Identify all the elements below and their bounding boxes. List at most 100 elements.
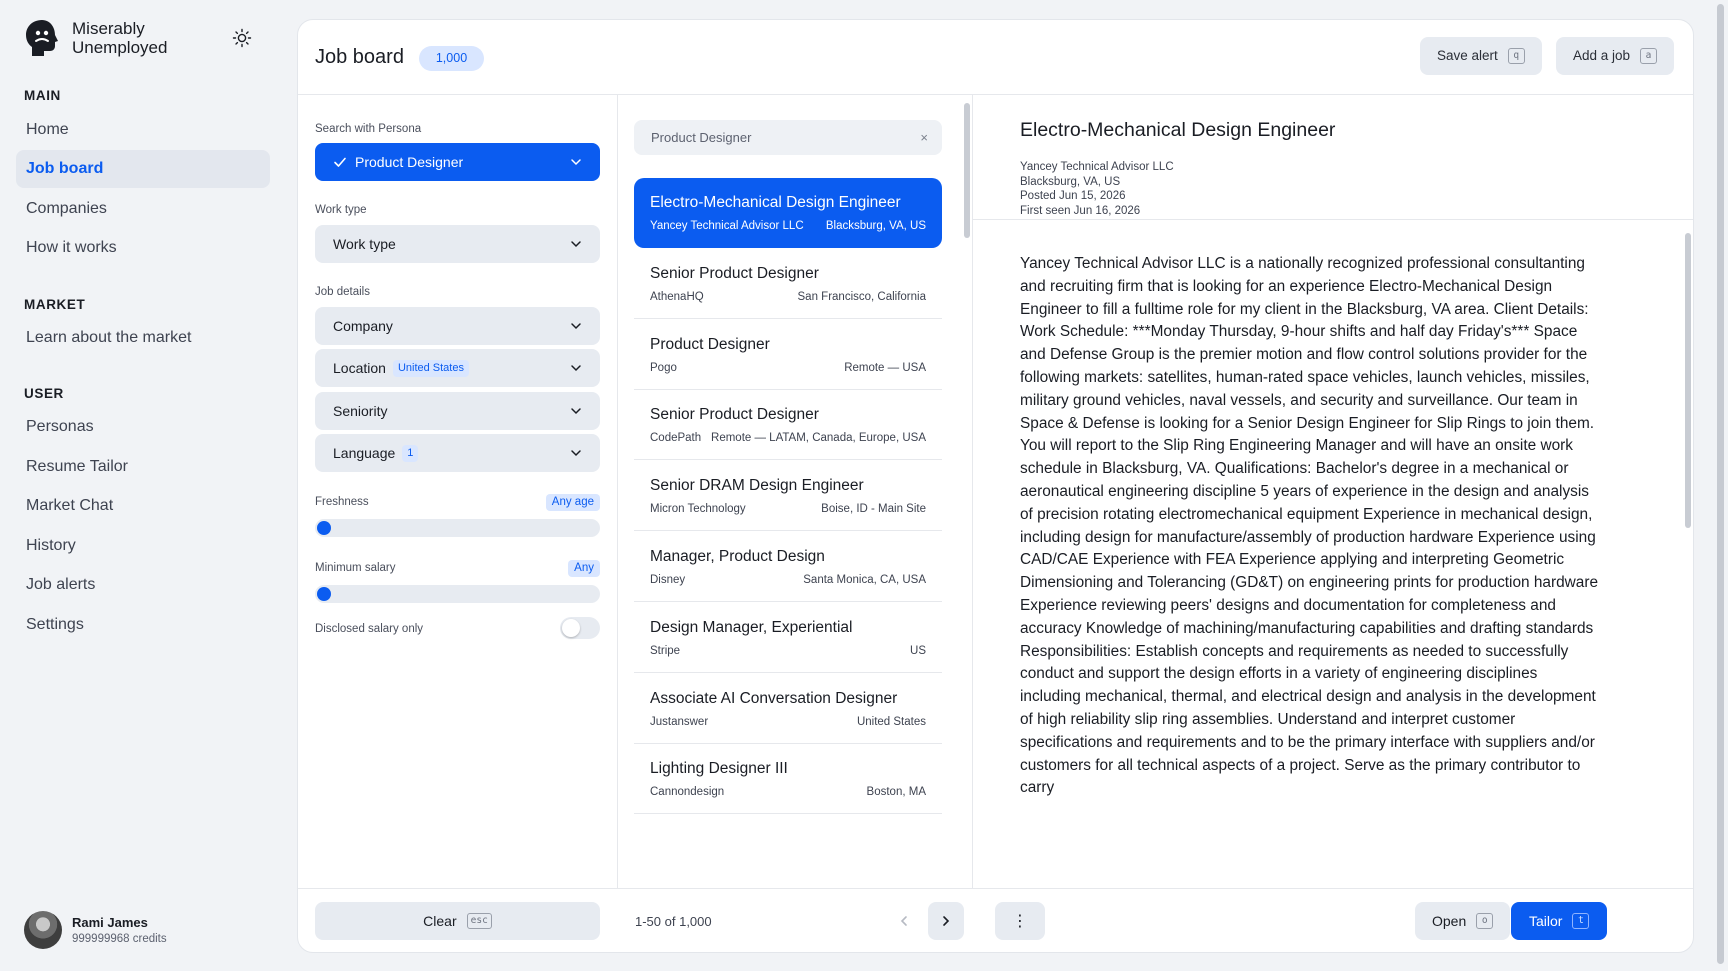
nav-item-job-board[interactable]: Job board — [16, 150, 270, 188]
app-name: Miserably Unemployed — [72, 19, 167, 57]
save-alert-label: Save alert — [1437, 48, 1498, 63]
app-name-line1: Miserably — [72, 19, 145, 38]
job-company: Stripe — [650, 644, 681, 657]
user-card[interactable]: Rami James 999999968 credits — [24, 911, 167, 949]
job-card[interactable]: Manager, Product Design Disney Santa Monic… — [634, 532, 942, 602]
job-meta: AthenaHQ San Francisco, California — [650, 291, 926, 303]
page-header: Job board 1,000 Save alert q Add a job a — [298, 20, 1693, 95]
job-company: Justanswer — [650, 715, 709, 728]
open-shortcut: o — [1476, 913, 1494, 929]
sun-icon[interactable] — [232, 28, 252, 48]
prev-page-button[interactable] — [886, 902, 922, 940]
location-select[interactable]: Location United States — [315, 349, 600, 387]
work-type-select[interactable]: Work type — [315, 225, 600, 263]
next-page-button[interactable] — [928, 902, 964, 940]
job-meta: CodePath Remote — LATAM, Canada, Europe, … — [650, 432, 926, 444]
job-meta: Justanswer United States — [650, 716, 926, 728]
work-type-value: Work type — [333, 236, 396, 252]
min-salary-slider-handle[interactable] — [317, 587, 331, 601]
job-title: Associate AI Conversation Designer — [650, 689, 898, 707]
language-select[interactable]: Language 1 — [315, 434, 600, 472]
job-detail-title: Electro-Mechanical Design Engineer — [1020, 119, 1336, 141]
head-logo-icon — [26, 20, 58, 56]
nav-item-companies[interactable]: Companies — [16, 190, 270, 228]
seniority-value: Seniority — [333, 403, 388, 419]
job-detail-header: Electro-Mechanical Design Engineer Yance… — [973, 95, 1693, 220]
job-card[interactable]: Electro-Mechanical Design Engineer Yancey… — [634, 178, 942, 248]
job-title: Senior Product Designer — [650, 264, 819, 282]
nav-item-job-alerts[interactable]: Job alerts — [16, 566, 270, 604]
app-logo[interactable]: Miserably Unemployed — [24, 18, 167, 58]
app-name-line2: Unemployed — [72, 38, 168, 57]
nav-item-learn-market[interactable]: Learn about the market — [16, 319, 270, 357]
job-card[interactable]: Senior Product Designer AthenaHQ San Franc… — [634, 249, 942, 319]
job-detail-company: Yancey Technical Advisor LLC — [1020, 161, 1174, 173]
pagination-text: 1-50 of 1,000 — [635, 914, 712, 929]
close-icon[interactable]: × — [920, 130, 928, 145]
job-company: CodePath — [650, 432, 702, 445]
chevron-down-icon — [571, 323, 581, 330]
clear-label: Clear — [423, 913, 457, 929]
job-meta: Yancey Technical Advisor LLC Blacksburg, … — [650, 220, 926, 232]
nav-section-main: MAIN — [24, 88, 61, 103]
job-company: Pogo — [650, 361, 677, 374]
nav-item-how-it-works[interactable]: How it works — [16, 229, 270, 267]
job-location: Remote — USA — [844, 361, 926, 374]
job-card[interactable]: Product Designer Pogo Remote — USA — [634, 320, 942, 390]
save-alert-shortcut: q — [1507, 48, 1525, 64]
open-job-button[interactable]: Open o — [1415, 902, 1511, 940]
job-company: AthenaHQ — [650, 290, 704, 303]
chevron-down-icon — [571, 450, 581, 457]
job-card[interactable]: Senior Product Designer CodePath Remote — … — [634, 390, 942, 461]
nav-item-history[interactable]: History — [16, 527, 270, 565]
job-title: Senior Product Designer — [650, 406, 819, 424]
job-location: Boise, ID - Main Site — [821, 503, 926, 516]
chevron-down-icon — [571, 159, 581, 166]
list-scrollbar[interactable] — [964, 103, 970, 238]
seniority-select[interactable]: Seniority — [315, 392, 600, 430]
company-select[interactable]: Company — [315, 307, 600, 345]
min-salary-slider[interactable] — [315, 585, 600, 603]
job-card[interactable]: Lighting Designer III Cannondesign Boston,… — [634, 744, 942, 815]
job-card[interactable]: Senior DRAM Design Engineer Micron Techno… — [634, 461, 942, 532]
job-meta: Pogo Remote — USA — [650, 362, 926, 374]
job-meta: Stripe US — [650, 645, 926, 657]
persona-select[interactable]: Product Designer — [315, 143, 600, 181]
nav-item-market-chat[interactable]: Market Chat — [16, 487, 270, 525]
nav-item-settings[interactable]: Settings — [16, 606, 270, 644]
disclosed-salary-label: Disclosed salary only — [315, 623, 424, 635]
check-icon — [334, 157, 346, 167]
page-scrollbar[interactable] — [1713, 0, 1728, 971]
nav-item-personas[interactable]: Personas — [16, 408, 270, 446]
clear-filters-button[interactable]: Clear esc — [315, 902, 600, 940]
job-location: Santa Monica, CA, USA — [803, 574, 926, 586]
tailor-button[interactable]: Tailor t — [1511, 902, 1608, 940]
save-alert-button[interactable]: Save alert q — [1420, 37, 1542, 75]
detail-scrollbar[interactable] — [1685, 233, 1691, 528]
job-title: Product Designer — [650, 335, 770, 353]
chevron-down-icon — [571, 241, 581, 248]
user-meta: Rami James 999999968 credits — [72, 915, 167, 945]
add-job-shortcut: a — [1640, 48, 1658, 64]
min-salary-value: Any — [568, 560, 600, 577]
job-card[interactable]: Design Manager, Experiential Stripe US — [634, 603, 942, 673]
more-vertical-icon: ⋮ — [1012, 913, 1028, 930]
job-card[interactable]: Associate AI Conversation Designer Justan… — [634, 674, 942, 744]
open-label: Open — [1432, 913, 1467, 929]
page-title: Job board — [315, 46, 404, 68]
disclosed-salary-toggle[interactable] — [560, 617, 600, 639]
nav-item-home[interactable]: Home — [16, 111, 270, 149]
page-scrollbar-thumb[interactable] — [1717, 4, 1724, 964]
persona-label: Search with Persona — [315, 123, 422, 135]
more-options-button[interactable]: ⋮ — [995, 902, 1045, 940]
freshness-slider-handle[interactable] — [317, 521, 331, 535]
chevron-down-icon — [571, 408, 581, 415]
freshness-value: Any age — [545, 494, 600, 511]
search-input[interactable]: Product Designer × — [634, 120, 942, 155]
add-job-button[interactable]: Add a job a — [1556, 37, 1675, 75]
nav-item-resume-tailor[interactable]: Resume Tailor — [16, 448, 270, 486]
chevron-left-icon — [900, 916, 907, 926]
sidebar: Miserably Unemployed MAIN Home Job board… — [0, 0, 290, 971]
footer-bar: Clear esc 1-50 of 1,000 ⋮ Open o Tailor … — [298, 888, 1693, 952]
freshness-slider[interactable] — [315, 519, 600, 537]
